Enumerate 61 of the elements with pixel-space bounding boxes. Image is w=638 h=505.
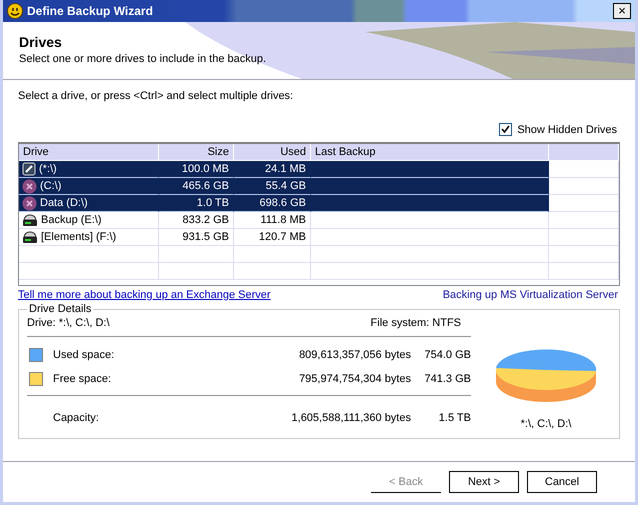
file-system-text: File system: NTFS: [370, 317, 461, 329]
table-cell: [549, 229, 619, 246]
space-size: 741.3 GB: [424, 373, 471, 385]
table-cell: 833.2 GB: [159, 212, 234, 229]
space-label: Used space:: [53, 349, 116, 361]
table-cell: [549, 161, 619, 178]
table-cell[interactable]: (C:\): [19, 178, 159, 195]
table-cell: 931.5 GB: [159, 229, 234, 246]
table-cell: 698.6 GB: [234, 195, 311, 212]
hard-drive-icon: [22, 214, 38, 226]
checkbox[interactable]: [499, 123, 512, 136]
table-cell[interactable]: [Elements] (F:\): [19, 229, 159, 246]
table-cell: 24.1 MB: [234, 161, 311, 178]
table-cell[interactable]: (*:\): [19, 161, 159, 178]
drive-name: (C:\): [40, 180, 62, 192]
table-cell: [549, 178, 619, 195]
table-cell: 100.0 MB: [159, 161, 234, 178]
table-cell: [549, 195, 619, 212]
error-icon: [22, 178, 37, 194]
table-cell: 120.7 MB: [234, 229, 311, 246]
exchange-help-link[interactable]: Tell me more about backing up an Exchange Server: [18, 289, 271, 301]
drive-name: [Elements] (F:\): [41, 231, 116, 243]
group-title: Drive Details: [28, 303, 92, 315]
wizard-button[interactable]: Next >: [449, 471, 519, 493]
drive-icon: [22, 162, 36, 176]
table-cell: 465.6 GB: [159, 178, 234, 195]
error-icon: [22, 196, 37, 210]
column-header[interactable]: Drive: [19, 144, 159, 160]
instruction-text: Select a drive, or press <Ctrl> and select multiple drives:: [18, 90, 294, 102]
drive-name: Backup (E:\): [41, 214, 102, 226]
table-cell: 55.4 GB: [234, 178, 311, 195]
window-title: Define Backup Wizard: [27, 4, 154, 18]
table-cell: [549, 212, 619, 229]
page-subtitle: Select one or more drives to include in the backup.: [19, 53, 268, 65]
space-size: 754.0 GB: [424, 349, 471, 361]
table-cell[interactable]: Data (D:\): [19, 195, 159, 212]
table-cell: 111.8 MB: [234, 212, 311, 229]
checkbox-label: Show Hidden Drives: [517, 124, 617, 136]
column-header[interactable]: Size: [159, 144, 234, 160]
virtualization-link[interactable]: Backing up MS Virtualization Server: [442, 289, 618, 301]
column-header[interactable]: Used: [234, 144, 311, 160]
drive-list-text: Drive: *:\, C:\, D:\: [27, 317, 110, 329]
drive-name: Data (D:\): [40, 197, 88, 209]
table-cell: [549, 263, 619, 280]
table-cell[interactable]: Backup (E:\): [19, 212, 159, 229]
space-bytes: 795,974,754,304 bytes: [298, 373, 411, 385]
space-bytes: 809,613,357,056 bytes: [298, 349, 411, 361]
column-header[interactable]: Last Backup: [311, 144, 549, 160]
close-button[interactable]: ×: [613, 3, 631, 19]
page-title: Drives: [19, 34, 63, 50]
capacity-size: 1.5 TB: [438, 412, 471, 424]
drive-name: (*:\): [39, 163, 57, 175]
wizard-button[interactable]: Cancel: [527, 471, 597, 493]
space-label: Free space:: [53, 373, 112, 385]
table-cell: 1.0 TB: [159, 195, 234, 212]
table-cell: [549, 246, 619, 263]
app-logo-icon: [7, 3, 23, 19]
pie-caption: *:\, C:\, D:\: [520, 418, 572, 430]
capacity-bytes: 1,605,588,111,360 bytes: [290, 412, 411, 424]
hard-drive-icon: [22, 230, 38, 244]
capacity-label: Capacity:: [53, 412, 100, 424]
